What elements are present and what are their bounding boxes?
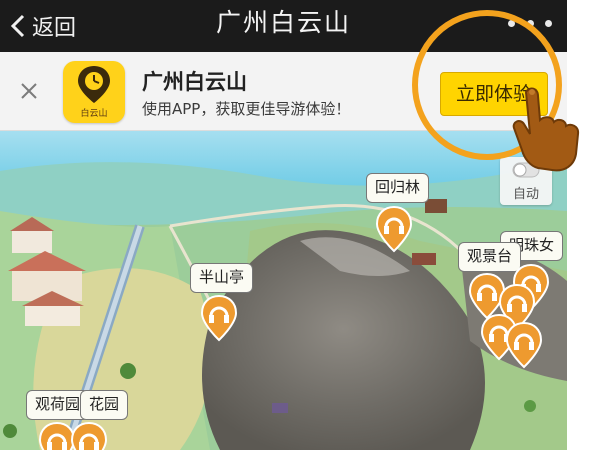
- app-subtitle: 使用APP，获取更佳导游体验！: [142, 100, 351, 118]
- poi-label-huiguilin[interactable]: 回归林: [366, 173, 430, 203]
- nav-bar: 返回 广州白云山: [0, 0, 567, 52]
- try-now-button[interactable]: 立即体验: [440, 72, 548, 116]
- app-name: 广州白云山: [142, 70, 247, 94]
- auto-play-toggle[interactable]: 自动: [500, 157, 552, 205]
- toggle-icon: [512, 162, 540, 178]
- poi-label-banshanting[interactable]: 半山亭: [190, 263, 254, 293]
- close-icon[interactable]: [16, 78, 42, 104]
- auto-label: 自动: [512, 187, 539, 202]
- more-dot-icon: [545, 19, 552, 27]
- page-title: 广州白云山: [215, 8, 351, 37]
- scenic-map[interactable]: 自动 回归林 明珠女 观景台 半山亭 观荷园 花园: [0, 131, 567, 450]
- app-icon-label: 白云山: [80, 109, 108, 119]
- more-menu-button[interactable]: [508, 10, 552, 36]
- more-dot-icon: [508, 19, 515, 27]
- phone-screen: 返回 广州白云山 白云山 广州白云山 使用APP，获取更佳导游体验！ 立即体验: [0, 0, 567, 450]
- audio-pin-icon[interactable]: [505, 321, 543, 369]
- audio-pin-icon[interactable]: [70, 421, 108, 450]
- poi-label-huayuan[interactable]: 花园: [80, 390, 129, 420]
- location-pin-icon: [78, 66, 110, 103]
- app-icon: 白云山: [63, 61, 125, 123]
- audio-pin-icon[interactable]: [200, 294, 238, 342]
- app-banner: 白云山 广州白云山 使用APP，获取更佳导游体验！ 立即体验: [0, 52, 567, 131]
- audio-pin-icon[interactable]: [375, 205, 413, 253]
- more-dot-icon: [526, 19, 534, 27]
